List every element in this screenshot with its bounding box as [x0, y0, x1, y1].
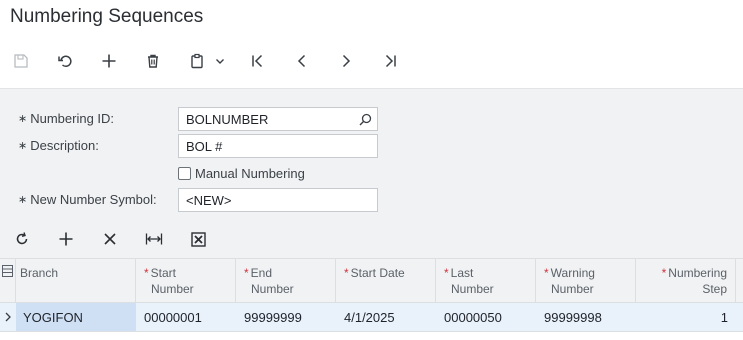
column-header-start-number[interactable]: * Start Number [136, 259, 236, 303]
delete-icon [148, 54, 158, 68]
undo-button[interactable] [54, 44, 76, 78]
numbering-id-label: ∗ Numbering ID: [18, 111, 115, 126]
description-field[interactable]: BOL # [178, 134, 378, 158]
column-header-last-number[interactable]: * Last Number [436, 259, 536, 303]
manual-numbering-checkbox[interactable] [178, 167, 191, 180]
previous-record-button[interactable] [291, 44, 313, 78]
table-row[interactable]: YOGIFON 00000001 99999999 4/1/2025 00000… [0, 303, 743, 332]
refresh-button[interactable] [12, 227, 32, 251]
next-record-icon [342, 54, 351, 68]
add-row-button[interactable] [56, 227, 76, 251]
cell-branch[interactable]: YOGIFON [16, 303, 136, 331]
previous-record-icon [297, 54, 306, 68]
cell-start-date[interactable]: 4/1/2025 [336, 303, 436, 331]
manual-numbering-label: Manual Numbering [195, 166, 305, 181]
column-header-branch[interactable]: Branch [16, 259, 136, 303]
search-icon[interactable] [359, 113, 372, 126]
new-number-symbol-field[interactable]: <NEW> [178, 188, 378, 212]
last-record-icon [385, 54, 396, 68]
grid-toolbar [0, 227, 743, 251]
fit-columns-button[interactable] [144, 227, 164, 251]
add-row-icon [59, 232, 73, 246]
cell-numbering-step[interactable]: 1 [636, 303, 736, 331]
last-record-button[interactable] [379, 44, 401, 78]
numbering-id-field[interactable]: BOLNUMBER [178, 107, 378, 131]
page-title: Numbering Sequences [10, 6, 204, 27]
first-record-icon [252, 54, 263, 68]
refresh-icon [16, 232, 28, 245]
save-icon [14, 54, 28, 68]
next-record-button[interactable] [335, 44, 357, 78]
undo-icon [58, 55, 72, 68]
save-button[interactable] [10, 44, 32, 78]
add-button[interactable] [98, 44, 120, 78]
cell-end-number[interactable]: 99999999 [236, 303, 336, 331]
export-excel-icon [190, 231, 206, 247]
cell-start-number[interactable]: 00000001 [136, 303, 236, 331]
clipboard-dropdown-button[interactable] [212, 44, 228, 78]
delete-button[interactable] [142, 44, 164, 78]
column-header-start-date[interactable]: * Start Date [336, 259, 436, 303]
export-excel-button[interactable] [188, 227, 208, 251]
main-toolbar [0, 44, 743, 78]
cell-warning-number[interactable]: 99999998 [536, 303, 636, 331]
summary-form: ∗ Numbering ID: BOLNUMBER ∗ Description: B… [0, 88, 743, 258]
delete-row-button[interactable] [100, 227, 120, 251]
new-number-symbol-label: ∗ New Number Symbol: [18, 192, 157, 207]
description-label: ∗ Description: [18, 138, 99, 153]
grid-column-menu[interactable] [0, 259, 16, 303]
grid-header: Branch * Start Number * End Number * Start Da… [0, 258, 743, 303]
row-selector-icon[interactable] [0, 303, 16, 331]
cell-last-number[interactable]: 00000050 [436, 303, 536, 331]
manual-numbering-row[interactable]: Manual Numbering [178, 166, 305, 181]
clipboard-button[interactable] [186, 44, 208, 78]
column-header-numbering-step[interactable]: * Numbering Step [636, 259, 736, 303]
fit-columns-icon [145, 233, 163, 245]
chevron-down-icon [216, 59, 224, 64]
column-header-warning-number[interactable]: * Warning Number [536, 259, 636, 303]
columns-settings-icon [2, 265, 13, 277]
column-header-end-number[interactable]: * End Number [236, 259, 336, 303]
first-record-button[interactable] [247, 44, 269, 78]
add-icon [102, 54, 116, 68]
clipboard-icon [191, 53, 203, 69]
delete-row-icon [104, 233, 116, 245]
